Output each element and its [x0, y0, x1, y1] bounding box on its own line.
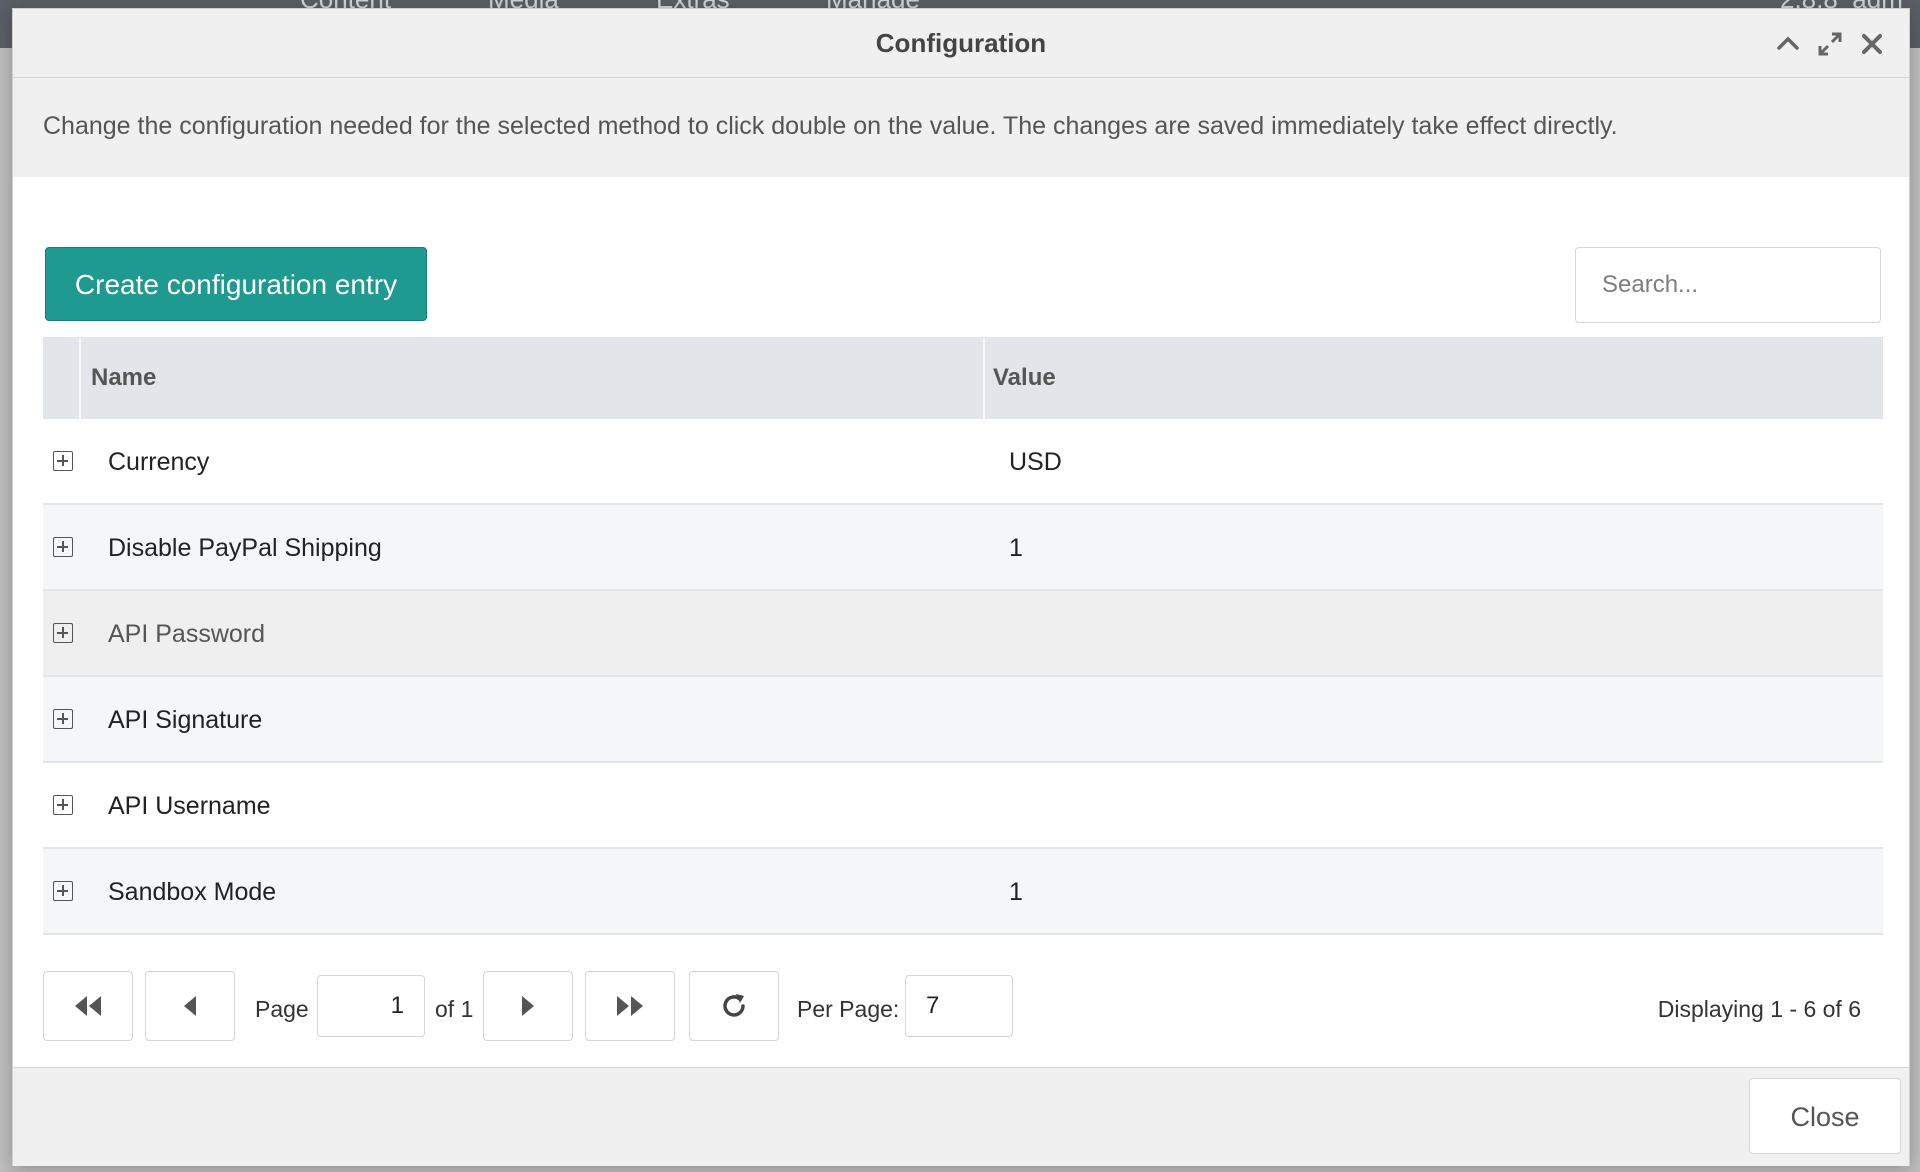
cell-value[interactable]: 1 [1009, 849, 1023, 935]
column-header-value[interactable]: Value [993, 337, 1056, 419]
per-page-input[interactable] [905, 975, 1013, 1037]
search-input[interactable] [1575, 247, 1881, 323]
page-label: Page [255, 996, 309, 1022]
table-row[interactable]: API Signature [43, 677, 1883, 763]
close-icon[interactable] [1859, 31, 1885, 57]
expander-column-header [43, 337, 81, 419]
maximize-icon[interactable] [1817, 31, 1843, 57]
cell-value[interactable]: 1 [1009, 505, 1023, 591]
refresh-icon [723, 994, 745, 1017]
first-page-icon [75, 996, 101, 1016]
next-page-icon [522, 996, 534, 1016]
modal-footer: Close [13, 1067, 1909, 1166]
expand-row-icon[interactable] [53, 537, 73, 557]
first-page-button[interactable] [43, 971, 133, 1041]
next-page-button[interactable] [483, 971, 573, 1041]
page-number-input[interactable] [317, 975, 425, 1037]
create-configuration-button[interactable]: Create configuration entry [45, 247, 427, 321]
description-text: Change the configuration needed for the … [43, 112, 1618, 140]
cell-name: Currency [108, 448, 210, 476]
cell-name: API Username [108, 792, 271, 820]
modal-header: Configuration [13, 9, 1909, 78]
grid-header: Name Value [43, 337, 1883, 419]
last-page-button[interactable] [585, 971, 675, 1041]
last-page-icon [617, 996, 643, 1016]
expand-row-icon[interactable] [53, 623, 73, 643]
table-row[interactable]: Disable PayPal Shipping 1 [43, 505, 1883, 591]
modal-title: Configuration [875, 28, 1047, 58]
cell-name: Disable PayPal Shipping [108, 534, 382, 562]
expand-row-icon[interactable] [53, 709, 73, 729]
close-button[interactable]: Close [1749, 1078, 1901, 1154]
configuration-grid: Name Value Currency USD Disable PayPal S… [43, 337, 1883, 935]
column-header-name[interactable]: Name [91, 337, 945, 419]
previous-page-icon [184, 996, 196, 1016]
cell-name: API Signature [108, 706, 263, 734]
expand-row-icon[interactable] [53, 451, 73, 471]
refresh-button[interactable] [689, 971, 779, 1041]
table-row[interactable]: API Username [43, 763, 1883, 849]
column-separator [983, 337, 985, 419]
table-row[interactable]: API Password [43, 591, 1883, 677]
table-row[interactable]: Sandbox Mode 1 [43, 849, 1883, 935]
page-count-label: of 1 [435, 996, 474, 1022]
table-row[interactable]: Currency USD [43, 419, 1883, 505]
previous-page-button[interactable] [145, 971, 235, 1041]
per-page-label: Per Page: [797, 996, 900, 1022]
cell-name: API Password [108, 620, 266, 648]
modal-description: Change the configuration needed for the … [13, 78, 1909, 177]
collapse-icon[interactable] [1775, 31, 1801, 57]
display-info: Displaying 1 - 6 of 6 [1657, 996, 1861, 1022]
cell-value[interactable]: USD [1009, 419, 1062, 505]
expand-row-icon[interactable] [53, 881, 73, 901]
configuration-modal: Configuration Change the configuration n… [12, 8, 1910, 1166]
expand-row-icon[interactable] [53, 795, 73, 815]
cell-name: Sandbox Mode [108, 878, 277, 906]
